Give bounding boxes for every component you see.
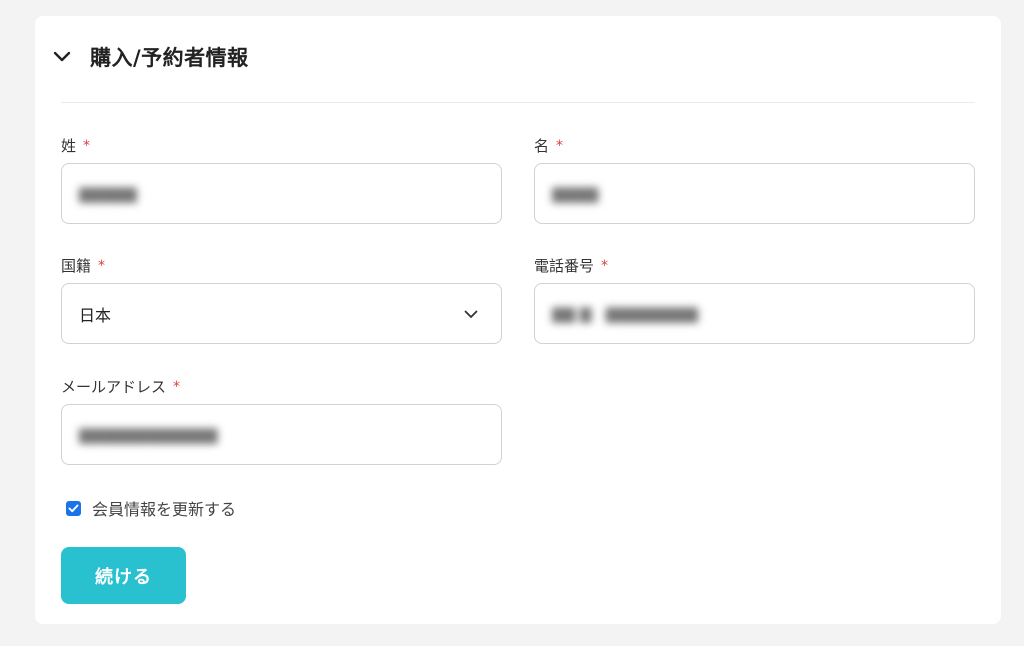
last-name-value: ▇▇▇▇▇ (79, 184, 137, 203)
first-name-input[interactable]: ▇▇▇▇ (534, 163, 975, 224)
nationality-select[interactable]: 日本 (61, 283, 502, 344)
divider (61, 102, 975, 103)
required-mark: * (83, 137, 91, 154)
required-mark: * (98, 257, 106, 274)
first-name-label: 名 * (534, 135, 563, 156)
nationality-label-text: 国籍 (61, 257, 92, 275)
section-toggle[interactable]: 購入/予約者情報 (51, 42, 249, 72)
email-input[interactable]: ▇▇▇▇▇▇▇▇▇▇▇▇ (61, 404, 502, 465)
first-name-value: ▇▇▇▇ (552, 184, 599, 203)
phone-value: ▇▇ ▇ ▇▇▇▇▇▇▇▇ (552, 304, 698, 323)
email-value: ▇▇▇▇▇▇▇▇▇▇▇▇ (79, 425, 218, 444)
section-title: 購入/予約者情報 (90, 46, 249, 70)
required-mark: * (556, 137, 564, 154)
purchaser-info-card: 購入/予約者情報 姓 * ▇▇▇▇▇ 名 * ▇▇▇▇ 国籍 * 日本 電話番号… (35, 16, 1001, 624)
first-name-label-text: 名 (534, 137, 550, 155)
last-name-label: 姓 * (61, 135, 90, 156)
update-member-label: 会員情報を更新する (92, 500, 237, 519)
last-name-label-text: 姓 (61, 137, 77, 155)
phone-label-text: 電話番号 (534, 257, 595, 275)
email-label: メールアドレス * (61, 376, 180, 397)
nationality-value: 日本 (79, 305, 112, 325)
required-mark: * (173, 378, 181, 395)
nationality-label: 国籍 * (61, 255, 105, 276)
email-label-text: メールアドレス (61, 378, 167, 396)
update-member-checkbox[interactable] (66, 500, 81, 516)
phone-input[interactable]: ▇▇ ▇ ▇▇▇▇▇▇▇▇ (534, 283, 975, 344)
update-member-checkbox-row[interactable]: 会員情報を更新する (66, 496, 236, 520)
last-name-input[interactable]: ▇▇▇▇▇ (61, 163, 502, 224)
phone-label: 電話番号 * (534, 255, 608, 276)
checkmark-icon (68, 504, 79, 512)
chevron-down-icon (461, 304, 481, 324)
continue-button[interactable]: 続ける (61, 547, 186, 604)
chevron-down-icon[interactable] (51, 46, 73, 68)
required-mark: * (601, 257, 609, 274)
